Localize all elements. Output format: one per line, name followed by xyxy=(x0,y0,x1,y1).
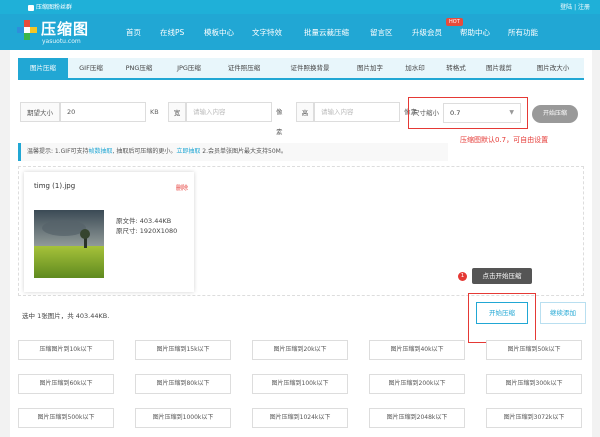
delete-link[interactable]: 删除 xyxy=(176,183,188,192)
start-compress-button-top[interactable]: 开始压缩 xyxy=(532,105,578,123)
width-label: 宽 xyxy=(168,102,186,122)
main-panel: 图片压缩 GIF压缩 PNG压缩 JPG压缩 证件照压缩 证件照换背景 图片加字… xyxy=(10,50,592,437)
tab-watermark[interactable]: 加水印 xyxy=(394,58,436,78)
tip-suffix: 2.会员单张图片最大支持50M。 xyxy=(200,148,287,155)
ratio-value: 0.7 xyxy=(450,109,461,117)
preset-200k[interactable]: 图片压缩到200k以下 xyxy=(369,374,465,394)
preset-500k[interactable]: 图片压缩到500k以下 xyxy=(18,408,114,428)
image-thumbnail xyxy=(34,210,104,278)
tab-add-text[interactable]: 图片加字 xyxy=(346,58,394,78)
original-dimensions: 原尺寸: 1920X1080 xyxy=(116,227,178,235)
tab-convert-format[interactable]: 转格式 xyxy=(436,58,476,78)
preset-40k[interactable]: 图片压缩到40k以下 xyxy=(369,340,465,360)
extract-now-link[interactable]: 立即抽取 xyxy=(176,148,200,155)
file-card: timg (1).jpg 删除 原文件: 403.44KB 原尺寸: 1920X… xyxy=(24,172,194,292)
original-size: 原文件: 403.44KB xyxy=(116,217,172,225)
tab-crop[interactable]: 图片裁剪 xyxy=(476,58,522,78)
preset-80k[interactable]: 图片压缩到80k以下 xyxy=(135,374,231,394)
top-strip: 压缩图粉丝群 登陆 | 注册 xyxy=(0,0,600,14)
tab-id-photo-bg[interactable]: 证件照换背景 xyxy=(274,58,346,78)
nav-help[interactable]: 帮助中心 xyxy=(460,27,490,38)
qq-group-link[interactable]: 压缩图粉丝群 xyxy=(28,2,72,11)
preset-15k[interactable]: 图片压缩到15k以下 xyxy=(135,340,231,360)
selection-summary: 选中 1张图片，共 403.44KB. xyxy=(22,312,110,320)
ratio-label: 尺寸缩小 xyxy=(413,109,439,117)
logo-plus-icon xyxy=(17,20,37,40)
ratio-select[interactable]: 0.7 ▼ xyxy=(443,103,521,123)
step-number-badge: 1 xyxy=(458,272,467,281)
login-register-link[interactable]: 登陆 | 注册 xyxy=(560,2,590,11)
nav-batch[interactable]: 批量云裁压缩 xyxy=(304,27,349,38)
preset-2048k[interactable]: 图片压缩到2048k以下 xyxy=(369,408,465,428)
preset-100k[interactable]: 图片压缩到100k以下 xyxy=(252,374,348,394)
step-hint-bubble: 点击开始压缩 xyxy=(472,268,532,284)
file-name: timg (1).jpg xyxy=(34,182,76,190)
frame-extract-link[interactable]: 帧数抽取 xyxy=(89,148,113,155)
site-header: 压缩图 yasuotu.com 首页 在线PS 模板中心 文字特效 批量云裁压缩… xyxy=(0,14,600,50)
preset-20k[interactable]: 图片压缩到20k以下 xyxy=(252,340,348,360)
tab-jpg-compress[interactable]: JPG压缩 xyxy=(164,58,214,78)
width-px-unit: 像素 xyxy=(276,108,283,136)
tab-id-photo-compress[interactable]: 证件照压缩 xyxy=(214,58,274,78)
tab-image-compress[interactable]: 图片压缩 xyxy=(18,58,68,78)
file-meta: 原文件: 403.44KB 原尺寸: 1920X1080 xyxy=(116,216,177,236)
nav-all-features[interactable]: 所有功能 xyxy=(508,27,538,38)
nav-online-ps[interactable]: 在线PS xyxy=(160,27,184,38)
size-label: 期望大小 xyxy=(20,102,60,122)
tab-png-compress[interactable]: PNG压缩 xyxy=(114,58,164,78)
preset-10k[interactable]: 压缩图片到10k以下 xyxy=(18,340,114,360)
logo-title[interactable]: 压缩图 xyxy=(41,18,89,39)
tab-resize[interactable]: 图片改大小 xyxy=(522,58,584,78)
size-input[interactable]: 20 xyxy=(60,102,146,122)
nav-templates[interactable]: 模板中心 xyxy=(204,27,234,38)
width-input[interactable]: 请输入内容 xyxy=(186,102,272,122)
continue-add-button[interactable]: 继续添加 xyxy=(540,302,586,324)
nav-vip[interactable]: 升级会员 xyxy=(412,27,442,38)
tip-bar: 温馨提示: 1.GIF可支持帧数抽取, 抽取后可压缩的更小。立即抽取 2.会员单… xyxy=(18,143,448,161)
tip-prefix: 温馨提示: 1.GIF可支持 xyxy=(27,148,89,155)
hot-badge: HOT xyxy=(446,18,463,26)
qq-group-label: 压缩图粉丝群 xyxy=(36,4,73,11)
start-compress-button[interactable]: 开始压缩 xyxy=(476,302,528,324)
height-input[interactable]: 请输入内容 xyxy=(314,102,400,122)
preset-300k[interactable]: 图片压缩到300k以下 xyxy=(486,374,582,394)
nav-message[interactable]: 留言区 xyxy=(370,27,393,38)
qq-icon xyxy=(28,4,34,11)
tab-gif-compress[interactable]: GIF压缩 xyxy=(68,58,114,78)
preset-60k[interactable]: 图片压缩到60k以下 xyxy=(18,374,114,394)
size-unit: KB xyxy=(150,108,159,116)
chevron-down-icon: ▼ xyxy=(509,109,514,116)
preset-3072k[interactable]: 图片压缩到3072k以下 xyxy=(486,408,582,428)
preset-1000k[interactable]: 图片压缩到1000k以下 xyxy=(135,408,231,428)
height-label: 高 xyxy=(296,102,314,122)
preset-50k[interactable]: 图片压缩到50k以下 xyxy=(486,340,582,360)
default-ratio-annotation: 压缩图默认0.7，可自由设置 xyxy=(460,136,549,144)
tool-tabs: 图片压缩 GIF压缩 PNG压缩 JPG压缩 证件照压缩 证件照换背景 图片加字… xyxy=(18,58,584,80)
nav-home[interactable]: 首页 xyxy=(126,27,141,38)
preset-1024k[interactable]: 图片压缩到1024k以下 xyxy=(252,408,348,428)
tip-middle: , 抽取后可压缩的更小。 xyxy=(112,148,177,155)
logo-subtitle: yasuotu.com xyxy=(42,38,81,45)
nav-text-effects[interactable]: 文字特效 xyxy=(252,27,282,38)
